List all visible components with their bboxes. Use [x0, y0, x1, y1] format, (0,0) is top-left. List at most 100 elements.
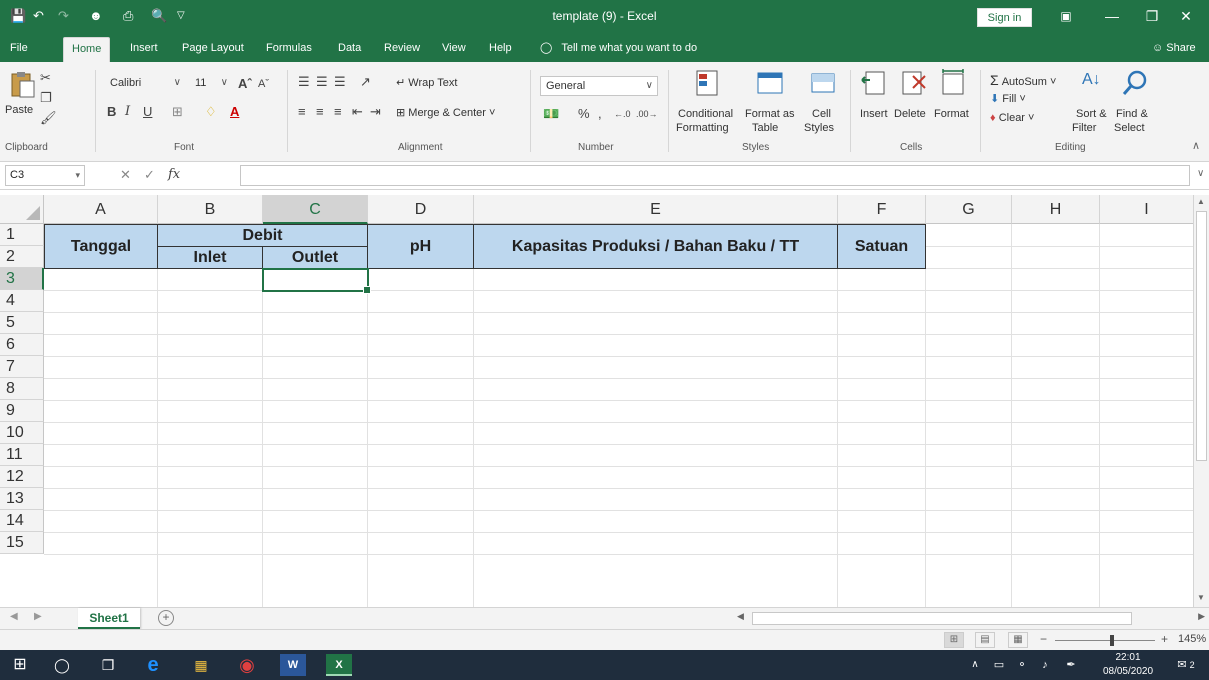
clear-button[interactable]: ♦ Clear ˅ — [990, 112, 1034, 124]
tab-view[interactable]: View — [442, 37, 466, 62]
decrease-indent-icon[interactable]: ⇤ — [352, 104, 363, 120]
zoom-slider[interactable] — [1055, 635, 1155, 646]
cell-f1-satuan[interactable]: Satuan — [837, 224, 926, 269]
increase-font-icon[interactable]: Aˆ — [238, 76, 252, 92]
zoom-slider-knob[interactable] — [1110, 635, 1114, 646]
font-name-select[interactable]: Calibri ∨ — [105, 74, 185, 94]
align-right-icon[interactable]: ≡ — [334, 104, 342, 120]
redo-icon[interactable]: ↷ — [58, 6, 69, 26]
tell-me-search[interactable]: ◯ Tell me what you want to do — [540, 37, 697, 59]
zoom-out-icon[interactable]: − — [1040, 632, 1047, 646]
scroll-left-icon[interactable]: ◀ — [737, 611, 744, 622]
battery-icon[interactable]: ▭ — [990, 654, 1008, 676]
confirm-entry-icon[interactable]: ✓ — [144, 167, 155, 183]
row-header-1[interactable]: 1 — [0, 224, 44, 246]
quick-access-user-icon[interactable]: ☻ — [89, 6, 103, 26]
column-header-f[interactable]: F — [838, 195, 926, 224]
scroll-up-icon[interactable]: ▲ — [1197, 197, 1205, 206]
align-center-icon[interactable]: ≡ — [316, 104, 324, 120]
cut-icon[interactable]: ✂ — [40, 70, 51, 86]
conditional-formatting-button[interactable]: Conditional Formatting — [676, 68, 738, 138]
horizontal-scroll-thumb[interactable] — [752, 612, 1132, 625]
tab-help[interactable]: Help — [489, 37, 512, 62]
row-header-11[interactable]: 11 — [0, 444, 44, 466]
align-middle-icon[interactable]: ☰ — [316, 74, 328, 90]
file-explorer-icon[interactable]: ▦ — [188, 654, 214, 676]
excel-app-icon[interactable]: X — [326, 654, 352, 676]
column-header-d[interactable]: D — [368, 195, 474, 224]
align-top-icon[interactable]: ☰ — [298, 74, 310, 90]
row-header-4[interactable]: 4 — [0, 290, 44, 312]
chrome-browser-icon[interactable]: ◉ — [234, 654, 260, 676]
row-header-14[interactable]: 14 — [0, 510, 44, 532]
row-header-7[interactable]: 7 — [0, 356, 44, 378]
wrap-text-button[interactable]: ↵ Wrap Text — [396, 76, 457, 89]
page-break-view-icon[interactable]: ▦ — [1008, 632, 1028, 648]
page-layout-view-icon[interactable]: ▤ — [975, 632, 995, 648]
cell-styles-button[interactable]: Cell Styles — [800, 68, 842, 138]
comma-style-icon[interactable]: , — [598, 106, 602, 122]
merge-center-button[interactable]: ⊞ Merge & Center ˅ — [396, 106, 495, 119]
taskbar-clock[interactable]: 22:01 08/05/2020 — [1092, 651, 1164, 679]
fill-button[interactable]: ⬇ Fill ˅ — [990, 92, 1026, 105]
print-preview-icon[interactable]: 🔍 — [151, 6, 167, 26]
row-header-15[interactable]: 15 — [0, 532, 44, 554]
task-view-icon[interactable]: ❐ — [96, 654, 120, 676]
row-header-3[interactable]: 3 — [0, 268, 44, 290]
column-header-b[interactable]: B — [158, 195, 263, 224]
cell-d1-ph[interactable]: pH — [367, 224, 474, 269]
column-header-i[interactable]: I — [1100, 195, 1193, 224]
scroll-right-icon[interactable]: ▶ — [1198, 611, 1205, 622]
accounting-format-icon[interactable]: 💵 — [543, 106, 559, 122]
row-header-9[interactable]: 9 — [0, 400, 44, 422]
sheet-tab-sheet1[interactable]: Sheet1 — [78, 608, 140, 629]
tray-expand-icon[interactable]: ∧ — [967, 654, 983, 676]
horizontal-scrollbar[interactable]: ◀ ▶ — [737, 611, 1209, 627]
tab-file[interactable]: File — [10, 37, 28, 62]
active-cell-c3[interactable] — [262, 268, 371, 294]
row-header-6[interactable]: 6 — [0, 334, 44, 356]
vertical-scroll-thumb[interactable] — [1196, 211, 1207, 461]
search-icon[interactable]: ◯ — [50, 654, 74, 676]
insert-cells-button[interactable]: Insert — [858, 68, 894, 138]
align-left-icon[interactable]: ≡ — [298, 104, 306, 120]
next-sheet-icon[interactable]: ▶ — [34, 611, 42, 622]
windows-start-icon[interactable]: ⊞ — [8, 654, 32, 676]
word-app-icon[interactable]: W — [280, 654, 306, 676]
cell-a1-tanggal[interactable]: Tanggal — [44, 224, 158, 269]
edge-browser-icon[interactable]: e — [140, 654, 166, 676]
row-header-5[interactable]: 5 — [0, 312, 44, 334]
notifications-icon[interactable]: ✉ 2 — [1172, 654, 1200, 676]
orientation-icon[interactable]: ↗ — [360, 74, 371, 90]
cell-e1-kapasitas[interactable]: Kapasitas Produksi / Bahan Baku / TT — [473, 224, 838, 269]
increase-indent-icon[interactable]: ⇥ — [370, 104, 381, 120]
name-box[interactable]: C3 ▾ — [5, 165, 85, 186]
column-header-c[interactable]: C — [263, 195, 368, 224]
row-header-13[interactable]: 13 — [0, 488, 44, 510]
format-painter-icon[interactable]: 🖌 — [40, 110, 57, 126]
increase-decimal-icon[interactable]: ←.0 — [614, 106, 631, 122]
collapse-ribbon-icon[interactable]: ∧ — [1192, 138, 1200, 154]
cell-b1-debit[interactable]: Debit — [157, 224, 368, 247]
decrease-decimal-icon[interactable]: .00→ — [636, 106, 658, 122]
zoom-in-icon[interactable]: + — [1161, 632, 1168, 646]
row-header-12[interactable]: 12 — [0, 466, 44, 488]
share-button[interactable]: ☺ Share — [1152, 37, 1196, 59]
format-cells-button[interactable]: Format — [932, 68, 974, 138]
delete-cells-button[interactable]: Delete — [894, 68, 934, 138]
fill-color-icon[interactable]: ♢ — [205, 104, 217, 120]
row-header-10[interactable]: 10 — [0, 422, 44, 444]
undo-icon[interactable]: ↶ — [33, 6, 44, 26]
quick-access-print-icon[interactable]: ⎙ — [123, 6, 133, 26]
tab-formulas[interactable]: Formulas — [266, 37, 312, 62]
column-header-g[interactable]: G — [926, 195, 1012, 224]
font-color-icon[interactable]: A — [230, 104, 239, 120]
copy-icon[interactable]: ❐ — [40, 90, 52, 106]
italic-icon[interactable]: I — [125, 104, 130, 120]
number-format-select[interactable]: General ∨ — [540, 76, 658, 96]
cell-c2-outlet[interactable]: Outlet — [262, 246, 368, 269]
row-header-2[interactable]: 2 — [0, 246, 44, 268]
scroll-down-icon[interactable]: ▼ — [1197, 593, 1205, 602]
expand-formula-bar-icon[interactable]: ∨ — [1197, 168, 1204, 179]
tab-insert[interactable]: Insert — [130, 37, 158, 62]
